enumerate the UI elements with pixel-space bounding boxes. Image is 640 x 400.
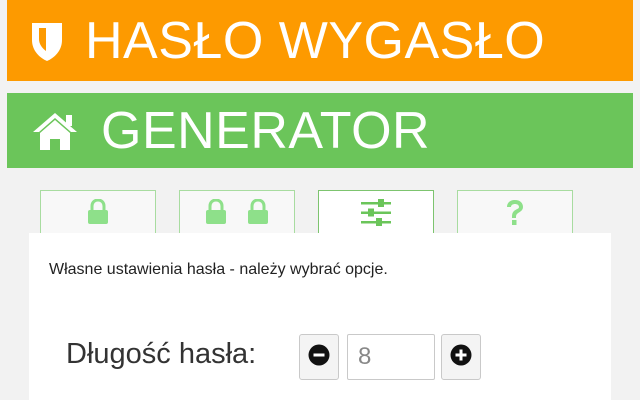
increase-length-button[interactable] (441, 334, 481, 380)
question-icon (504, 199, 526, 232)
generator-banner[interactable]: GENERATOR (7, 93, 633, 168)
plus-circle-icon (450, 344, 472, 371)
tab-double-lock[interactable] (179, 190, 295, 234)
section-title: GENERATOR (101, 101, 431, 160)
tab-custom-settings[interactable] (318, 190, 434, 234)
settings-panel: Własne ustawienia hasła - należy wybrać … (29, 233, 611, 400)
password-length-label: Długość hasła: (66, 338, 257, 370)
app-title: HASŁO WYGASŁO (85, 11, 546, 70)
password-length-input[interactable] (347, 334, 435, 380)
decrease-length-button[interactable] (299, 334, 339, 380)
tab-single-lock[interactable] (40, 190, 156, 234)
settings-description: Własne ustawienia hasła - należy wybrać … (49, 261, 388, 278)
tab-bar (40, 190, 600, 234)
sliders-icon (360, 199, 392, 232)
minus-circle-icon (308, 344, 330, 371)
double-lock-icon (204, 198, 270, 230)
app-header-banner: HASŁO WYGASŁO (7, 0, 633, 81)
home-icon (27, 110, 83, 152)
tab-help[interactable] (457, 190, 573, 234)
shield-icon (23, 20, 71, 62)
lock-icon (86, 198, 110, 230)
